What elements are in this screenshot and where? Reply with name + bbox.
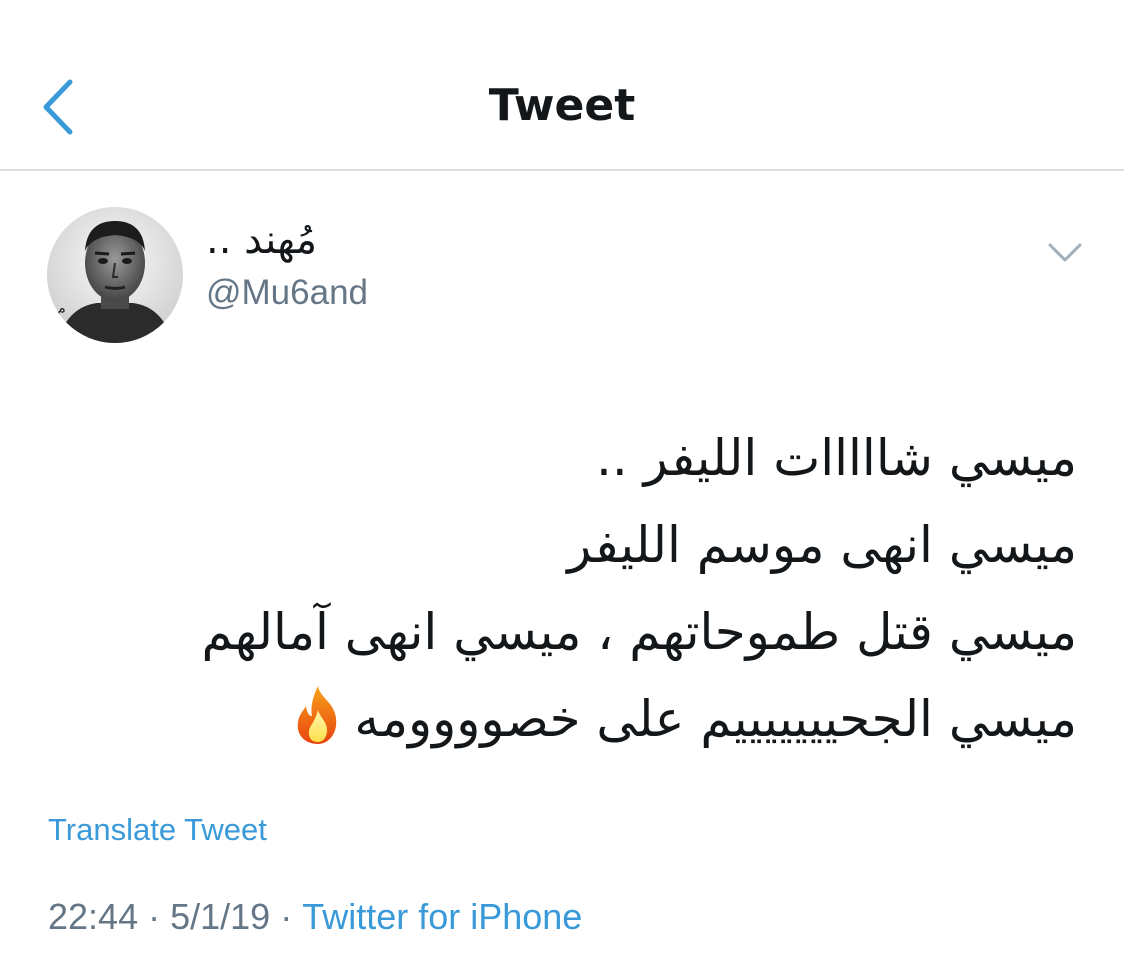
page-title: Tweet: [488, 80, 636, 131]
tweet-source-link[interactable]: Twitter for iPhone: [302, 896, 582, 937]
tweet-time: 22:44: [48, 896, 139, 937]
avatar-photo: م: [47, 207, 183, 343]
avatar[interactable]: م: [47, 207, 183, 343]
tweet-metadata: 22:44 · 5/1/19 · Twitter for iPhone: [48, 891, 582, 943]
svg-text:م: م: [57, 301, 66, 317]
fire-icon: [298, 686, 337, 744]
author-handle[interactable]: @Mu6and: [206, 270, 368, 316]
tweet-date: 5/1/19: [170, 896, 271, 937]
separator: ·: [280, 896, 293, 937]
tweet-line: ميسي انهى موسم الليفر: [567, 516, 1077, 574]
tweet-menu-button[interactable]: [1042, 230, 1088, 276]
tweet-line-text: ميسي الجحيييييييم على خصوووومه: [354, 690, 1077, 748]
navigation-bar: Tweet: [0, 0, 1124, 171]
author-display-name[interactable]: مُهند ..: [206, 214, 317, 266]
tweet-line: ميسي شااااات الليفر ..: [595, 429, 1077, 487]
tweet-line: ميسي قتل طموحاتهم ، ميسي انهى آمالهم: [201, 603, 1077, 661]
translate-tweet-link[interactable]: Translate Tweet: [48, 808, 267, 852]
chevron-down-icon: [1048, 243, 1082, 262]
tweet-text: ميسي شااااات الليفر .. ميسي انهى موسم ال…: [57, 415, 1077, 763]
separator: ·: [148, 896, 161, 937]
tweet-line-last: ميسي الجحيييييييم على خصوووومه: [57, 676, 1077, 763]
